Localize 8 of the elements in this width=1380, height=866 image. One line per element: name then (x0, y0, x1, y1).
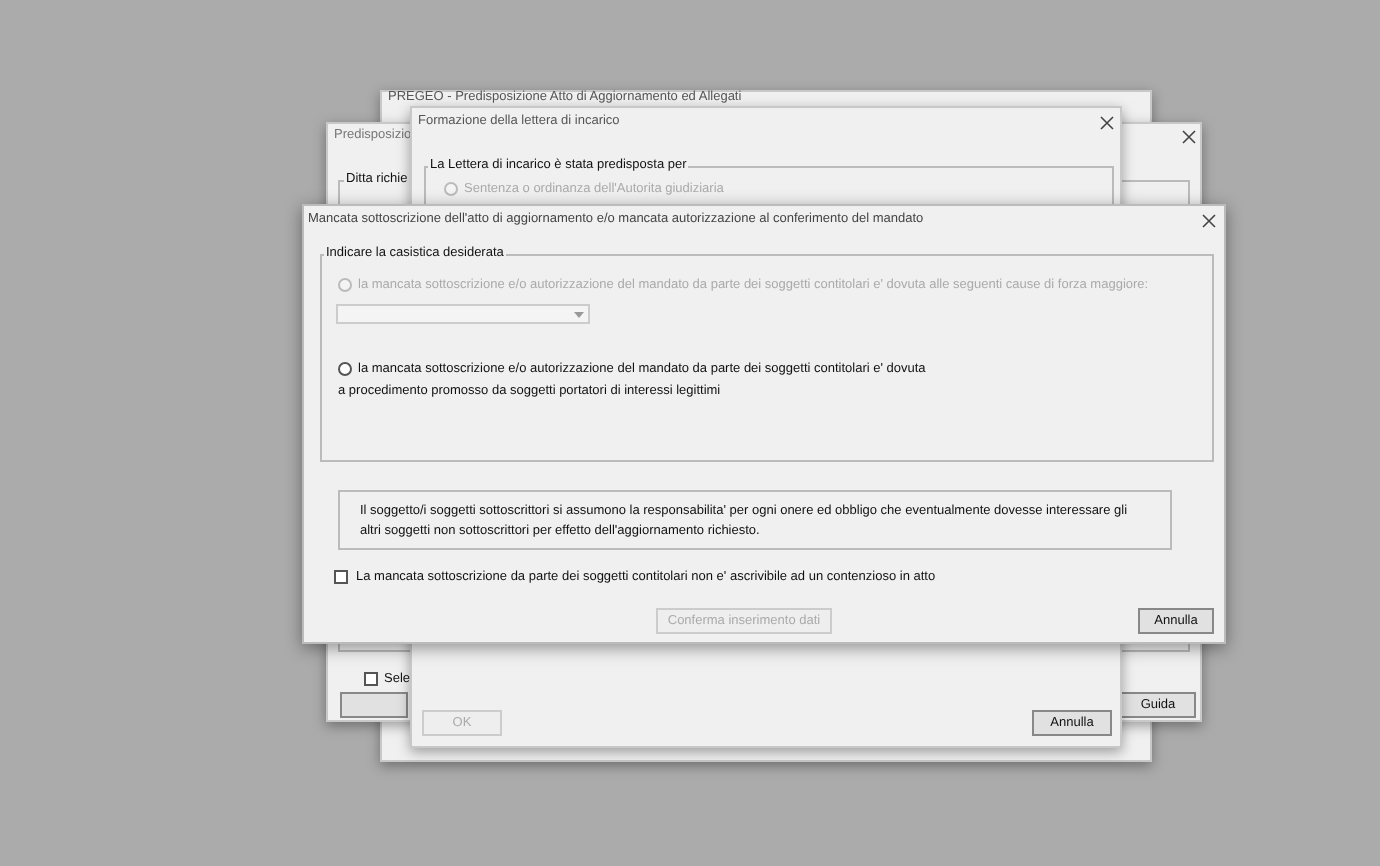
close-icon[interactable] (1202, 214, 1216, 228)
checkbox[interactable] (364, 672, 378, 687)
button[interactable] (340, 692, 408, 718)
close-icon[interactable] (1100, 116, 1114, 130)
close-icon[interactable] (1182, 130, 1196, 144)
caret-icon (574, 312, 584, 320)
radio-button[interactable] (338, 362, 352, 377)
checkbox[interactable] (334, 570, 348, 585)
